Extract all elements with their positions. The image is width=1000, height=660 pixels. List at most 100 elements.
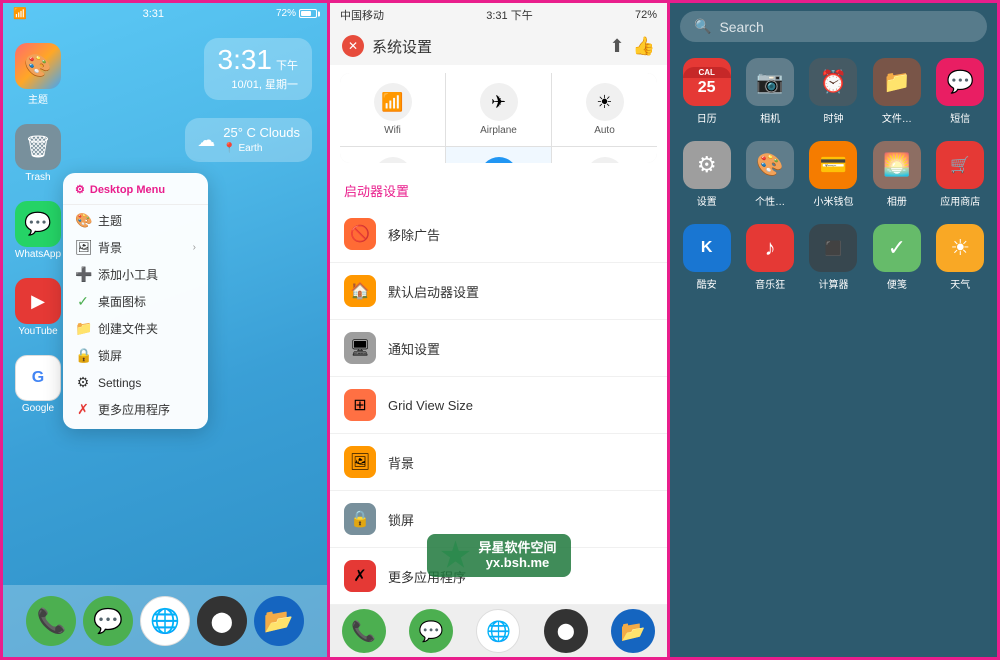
launcher-item-remove-ads[interactable]: 🚫 移除广告 — [330, 206, 667, 263]
sms-icon: 💬 — [936, 58, 984, 106]
right-app-calendar[interactable]: CAL 25 日历 — [680, 58, 733, 125]
qs-wifi[interactable]: 📶 Wifi — [340, 73, 445, 146]
settings-label: 设置 — [697, 193, 717, 208]
arrow-icon: › — [193, 242, 196, 253]
left-app-whatsapp[interactable]: 💬 WhatsApp — [13, 201, 63, 260]
qs-bluetooth[interactable]: ⬡ Bluetooth — [446, 147, 551, 163]
qs-wifi-label: Wifi — [384, 125, 401, 136]
mid-dock-files[interactable]: 📂 — [611, 609, 655, 653]
grid-label: Grid View Size — [388, 398, 653, 413]
mid-dock-messages[interactable]: 💬 — [409, 609, 453, 653]
mid-dock-phone[interactable]: 📞 — [342, 609, 386, 653]
auto-brightness-icon: ☀ — [586, 83, 624, 121]
menu-item-wallpaper[interactable]: 🖼 背景 › — [63, 234, 208, 261]
right-app-clock[interactable]: ⏰ 时钟 — [807, 58, 860, 125]
left-app-youtube[interactable]: ▶ YouTube — [13, 278, 63, 337]
context-menu[interactable]: ⚙ Desktop Menu 🎨 主题 🖼 背景 › ➕ 添加小工具 ✓ 桌面图… — [63, 173, 208, 429]
mid-time: 3:31 下午 — [486, 7, 532, 23]
trash-icon: 🗑 — [15, 124, 61, 170]
datetime-date: 10/01, 星期一 — [218, 76, 299, 92]
theme-label: 主题 — [28, 91, 48, 106]
menu-item-theme[interactable]: 🎨 主题 — [63, 207, 208, 234]
qs-system-settings[interactable]: ⚙ 系统设置 — [552, 147, 657, 163]
right-app-camera[interactable]: 📷 相机 — [743, 58, 796, 125]
google-icon: G — [15, 355, 61, 401]
lock-icon: 🔒 — [344, 503, 376, 535]
dock-chrome[interactable]: 🌐 — [140, 596, 190, 646]
right-app-grid-row3: K 酷安 ♪ 音乐狂 ⬛ 计算器 ✓ 便笺 ☀ 天气 — [670, 216, 997, 299]
left-app-trash[interactable]: 🗑 Trash — [13, 124, 63, 183]
mid-dock-chrome[interactable]: 🌐 — [476, 609, 520, 653]
dock-camera[interactable]: ⬤ — [197, 596, 247, 646]
right-app-personalization[interactable]: 🎨 个性… — [743, 141, 796, 208]
right-app-notes[interactable]: ✓ 便笺 — [870, 224, 923, 291]
weather-widget: ☁ 25° C Clouds 📍 Earth — [185, 118, 312, 162]
right-app-grid-row2: ⚙ 设置 🎨 个性… 💳 小米钱包 🌅 相册 🛒 应用商店 — [670, 133, 997, 216]
appstore-label: 应用商店 — [940, 193, 980, 208]
qs-auto[interactable]: ☀ Auto — [552, 73, 657, 146]
menu-item-folder[interactable]: 📁 创建文件夹 — [63, 315, 208, 342]
flash-icon: 🔦 — [374, 157, 412, 163]
menu-item-more-apps[interactable]: ✗ 更多应用程序 — [63, 396, 208, 423]
search-icon: 🔍 — [694, 18, 711, 35]
context-menu-title: ⚙ Desktop Menu — [63, 179, 208, 202]
wifi-qs-icon: 📶 — [374, 83, 412, 121]
right-app-store[interactable]: 🛒 应用商店 — [934, 141, 987, 208]
menu-theme-icon: 🎨 — [75, 212, 91, 229]
camera-app-icon: 📷 — [746, 58, 794, 106]
menu-item-widget[interactable]: ➕ 添加小工具 — [63, 261, 208, 288]
dock-phone[interactable]: 📞 — [26, 596, 76, 646]
appstore-icon: 🛒 — [936, 141, 984, 189]
datetime-ampm: 下午 — [276, 57, 298, 73]
right-app-weather[interactable]: ☀ 天气 — [934, 224, 987, 291]
left-app-theme[interactable]: 🎨 主题 — [13, 43, 63, 106]
menu-item-lockscreen[interactable]: 🔒 锁屏 — [63, 342, 208, 369]
mid-dock-camera[interactable]: ⬤ — [544, 609, 588, 653]
qs-airplane[interactable]: ✈ Airplane — [446, 73, 551, 146]
launcher-item-notifications[interactable]: 🖥 通知设置 — [330, 320, 667, 377]
right-app-files[interactable]: 📁 文件… — [870, 58, 923, 125]
right-app-grid-row1: CAL 25 日历 📷 相机 ⏰ 时钟 📁 文件… 💬 短信 — [670, 50, 997, 133]
left-panel: 📶 3:31 72% 🎨 主题 🗑 Trash 💬 WhatsApp ▶ You… — [0, 0, 330, 660]
search-bar[interactable]: 🔍 Search — [680, 11, 987, 42]
kooan-label: 酷安 — [697, 276, 717, 291]
launcher-section-title: 启动器设置 — [330, 171, 667, 206]
right-app-calculator[interactable]: ⬛ 计算器 — [807, 224, 860, 291]
mid-title: 系统设置 — [372, 36, 601, 57]
right-app-sms[interactable]: 💬 短信 — [934, 58, 987, 125]
launcher-item-bg[interactable]: 🖼 背景 — [330, 434, 667, 491]
menu-item-settings[interactable]: ⚙ Settings — [63, 369, 208, 396]
left-app-google[interactable]: G Google — [13, 355, 63, 414]
menu-item-desktop-icon[interactable]: ✓ 桌面图标 — [63, 288, 208, 315]
thumbsup-icon[interactable]: 👍 — [633, 36, 655, 57]
share-icon[interactable]: ⬆ — [609, 36, 624, 57]
notes-icon: ✓ — [873, 224, 921, 272]
search-placeholder: Search — [719, 19, 763, 35]
right-app-settings[interactable]: ⚙ 设置 — [680, 141, 733, 208]
qs-flash[interactable]: 🔦 Flash — [340, 147, 445, 163]
left-status-bar: 📶 3:31 72% — [3, 3, 327, 24]
kooan-icon: K — [683, 224, 731, 272]
right-app-kooan[interactable]: K 酷安 — [680, 224, 733, 291]
mid-battery: 72% — [635, 9, 657, 21]
launcher-item-grid[interactable]: ⊞ Grid View Size — [330, 377, 667, 434]
mid-top-bar: ✕ 系统设置 ⬆ 👍 — [330, 27, 667, 65]
right-app-album[interactable]: 🌅 相册 — [870, 141, 923, 208]
personalization-icon: 🎨 — [746, 141, 794, 189]
right-app-music[interactable]: ♪ 音乐狂 — [743, 224, 796, 291]
right-app-miwallet[interactable]: 💳 小米钱包 — [807, 141, 860, 208]
menu-folder-icon: 📁 — [75, 320, 91, 337]
notification-settings-label: 通知设置 — [388, 339, 653, 358]
dock-messages[interactable]: 💬 — [83, 596, 133, 646]
launcher-item-default[interactable]: 🏠 默认启动器设置 — [330, 263, 667, 320]
weather-temp: 25° C Clouds — [223, 124, 300, 142]
dock-files[interactable]: 📂 — [254, 596, 304, 646]
menu-widget-icon: ➕ — [75, 266, 91, 283]
system-settings-icon: ⚙ — [586, 157, 624, 163]
theme-icon: 🎨 — [15, 43, 61, 89]
close-button[interactable]: ✕ — [342, 35, 364, 57]
calculator-icon: ⬛ — [809, 224, 857, 272]
weather-label: 天气 — [950, 276, 970, 291]
bg-icon: 🖼 — [344, 446, 376, 478]
menu-lock-icon: 🔒 — [75, 347, 91, 364]
